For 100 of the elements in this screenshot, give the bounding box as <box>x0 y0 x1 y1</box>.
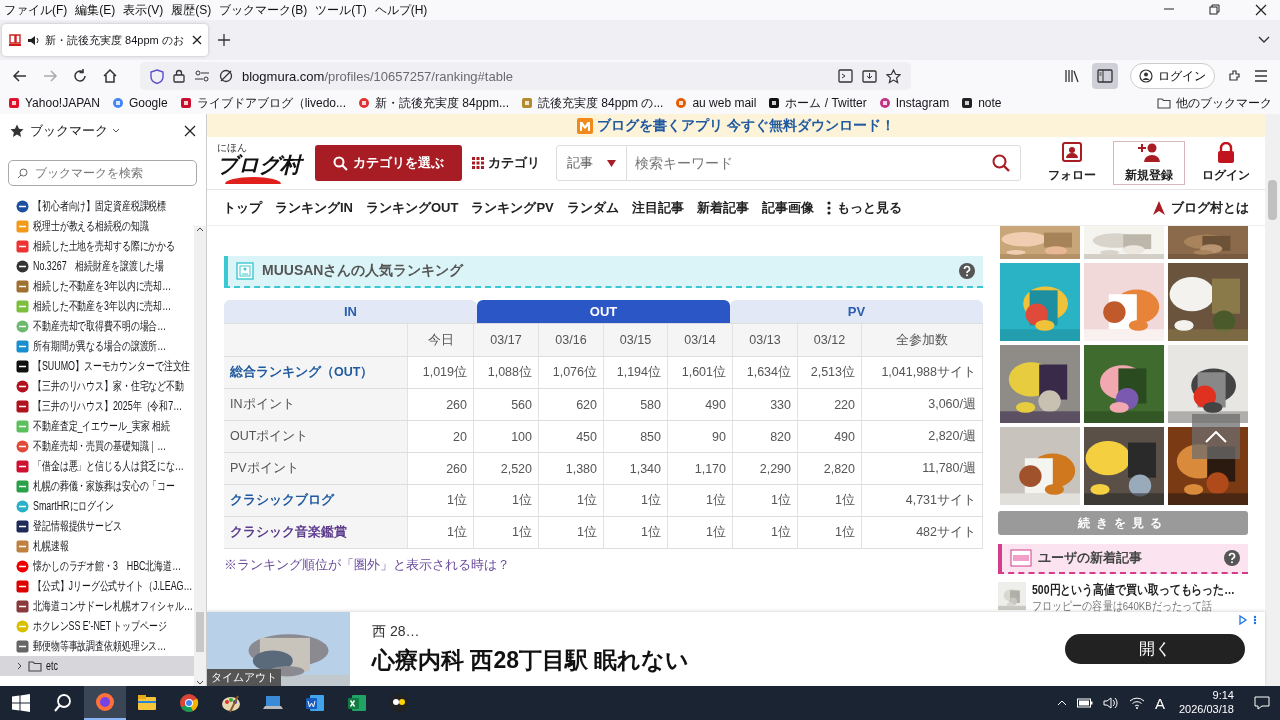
scroll-top-button[interactable] <box>1192 414 1240 459</box>
search-field[interactable]: ブックマークを検索 <box>8 160 197 186</box>
bookmark-link[interactable]: ライブドアブログ（livedo... <box>179 94 346 112</box>
category-link[interactable]: カテゴリ <box>472 154 540 172</box>
register-button[interactable]: 新規登録 <box>1113 141 1185 185</box>
chevron-down-icon[interactable] <box>1258 36 1270 44</box>
about-link[interactable]: ブログ村とは <box>1153 198 1249 217</box>
nav-link[interactable]: ランダム <box>566 198 619 217</box>
menu-item[interactable]: ツール(T) <box>311 1 371 19</box>
taskbar-button[interactable] <box>84 686 126 720</box>
nav-link[interactable]: もっと見る <box>826 198 902 217</box>
ranking-link[interactable]: クラシック音楽鑑賞 <box>224 517 408 549</box>
bookmark-folder[interactable]: etc <box>0 656 194 676</box>
bookmark-item[interactable]: 【公式】Jリーグ公式サイト（J.LEAG… <box>0 576 194 596</box>
menu-item[interactable]: ヘルプ(H) <box>370 1 432 19</box>
nav-link[interactable]: ランキングPV <box>471 198 554 217</box>
bookmark-link[interactable]: ホーム / Twitter <box>768 94 867 112</box>
menu-icon[interactable] <box>1254 70 1268 82</box>
close-icon[interactable] <box>184 125 196 137</box>
ranking-link[interactable]: クラシックブログ <box>224 485 408 517</box>
menu-item[interactable]: 編集(E) <box>71 1 120 19</box>
extensions-icon[interactable] <box>1227 68 1242 84</box>
bookmark-link[interactable]: Instagram <box>878 96 950 110</box>
bookmark-item[interactable]: 札幌速報 <box>0 536 194 556</box>
bookmark-item[interactable]: 不動産売却で取得費不明の場合… <box>0 316 194 336</box>
address-bar[interactable]: blogmura.com/profiles/10657257/ranking#table <box>140 62 911 90</box>
back-icon[interactable] <box>12 68 28 84</box>
ranking-tab[interactable]: OUT <box>477 300 730 323</box>
sidebar-button[interactable] <box>1092 63 1118 89</box>
help-icon[interactable] <box>1224 550 1240 566</box>
nav-link[interactable]: トップ <box>223 198 262 217</box>
scrollbar[interactable] <box>194 226 206 686</box>
bookmark-item[interactable]: 【初心者向け】固定資産税課税標 <box>0 196 194 216</box>
speaker-icon[interactable] <box>1102 697 1119 709</box>
bookmark-link[interactable]: note <box>961 96 1002 110</box>
bookmark-item[interactable]: 【三井のリハウス】家・住宅など不動 <box>0 376 194 396</box>
nav-link[interactable]: 記事画像 <box>761 198 814 217</box>
ranking-link[interactable]: 総合ランキング（OUT） <box>224 357 408 389</box>
bookmark-item[interactable]: 税理士が教える相続税の知識 <box>0 216 194 236</box>
bookmark-link[interactable]: 新・読後充実度 84ppm... <box>358 94 510 112</box>
search-bar[interactable]: 記事 検索キーワード <box>556 145 1021 181</box>
clock-time[interactable]: 9:14 <box>1212 689 1234 703</box>
battery-icon[interactable] <box>1076 698 1093 708</box>
star-icon[interactable] <box>886 68 901 84</box>
follow-button[interactable]: フォロー <box>1043 141 1101 185</box>
sidebar-title[interactable]: ブックマーク <box>30 122 120 140</box>
library-icon[interactable] <box>1064 69 1080 83</box>
bookmark-item[interactable]: 相続した土地を売却する際にかかる <box>0 236 194 256</box>
close-icon[interactable] <box>1254 3 1268 17</box>
download-icon[interactable] <box>862 69 877 83</box>
bookmark-item[interactable]: 不動産査定_イエウール_実家 相続 <box>0 416 194 436</box>
nav-link[interactable]: ランキングOUT <box>366 198 459 217</box>
bookmark-link[interactable]: Yahoo!JAPAN <box>8 96 100 110</box>
permissions-icon[interactable] <box>194 69 210 83</box>
bookmark-item[interactable]: ホクレンSS E'-NET トップページ <box>0 616 194 636</box>
ad-choices-icon[interactable] <box>1239 615 1259 625</box>
lock-icon[interactable] <box>173 69 185 83</box>
search-icon[interactable] <box>54 694 72 712</box>
open-button[interactable]: 開く <box>1065 634 1245 664</box>
menu-item[interactable]: 履歴(S) <box>167 1 216 19</box>
menu-item[interactable]: ファイル(F) <box>0 1 72 19</box>
menu-item[interactable]: ブックマーク(B) <box>215 1 312 19</box>
browser-tab[interactable]: 新・読後充実度 84ppm のお <box>2 24 208 56</box>
bookmark-item[interactable]: 相続した不動産を3年以内に売却… <box>0 276 194 296</box>
bookmark-item[interactable]: 相続した不動産を3年以内に売却… <box>0 296 194 316</box>
bookmark-item[interactable]: SmartHRにログイン <box>0 496 194 516</box>
home-icon[interactable] <box>102 68 118 84</box>
search-icon[interactable] <box>992 154 1010 172</box>
bookmark-link[interactable]: au web mail <box>675 96 757 110</box>
tracking-icon[interactable] <box>219 69 233 83</box>
bookmark-link[interactable]: Google <box>111 96 168 110</box>
bookmark-folder[interactable]: 他のブックマーク <box>1157 94 1272 112</box>
account-button[interactable]: ログイン <box>1130 63 1215 89</box>
site-logo[interactable]: にほん ブログ村 <box>217 140 305 186</box>
start-icon[interactable] <box>12 694 30 712</box>
ime-indicator[interactable]: A <box>1154 694 1165 712</box>
login-button[interactable]: ログイン <box>1197 141 1255 185</box>
category-button[interactable]: カテゴリを選ぶ <box>315 145 462 181</box>
clock-date[interactable]: 2026/03/18 <box>1178 703 1234 717</box>
help-link[interactable]: ※ランキング順位が「圏外」と表示される時は？ <box>224 557 983 574</box>
nav-link[interactable]: ランキングIN <box>275 198 353 217</box>
chevron-up-icon[interactable] <box>1056 700 1067 706</box>
bookmark-item[interactable]: 【三井のリハウス】2025年（令和7… <box>0 396 194 416</box>
close-icon[interactable] <box>192 35 202 45</box>
restore-icon[interactable] <box>1208 3 1222 17</box>
scrollbar[interactable] <box>1265 114 1280 686</box>
reload-icon[interactable] <box>72 68 88 84</box>
post-title[interactable]: 500円という高値で買い取ってもらった… <box>1032 582 1235 599</box>
ranking-tab[interactable]: PV <box>730 300 983 323</box>
menu-item[interactable]: 表示(V) <box>119 1 168 19</box>
bookmark-link[interactable]: 読後充実度 84ppm の... <box>521 94 664 112</box>
new-tab-icon[interactable] <box>218 34 230 46</box>
bookmark-item[interactable]: 「借金は悪」と信じる人は貧乏にな… <box>0 456 194 476</box>
reader-icon[interactable] <box>838 69 853 83</box>
help-icon[interactable] <box>959 263 975 279</box>
bookmark-item[interactable]: 不動産売却・売買の基礎知識｜… <box>0 436 194 456</box>
bookmark-item[interactable]: 郵便物等事故調査依頼処理シス… <box>0 636 194 656</box>
bookmark-item[interactable]: 札幌の葬儀・家族葬は安心の「コー <box>0 476 194 496</box>
bookmark-item[interactable]: No.3267 相続財産を譲渡した場 <box>0 256 194 276</box>
nav-link[interactable]: 注目記事 <box>631 198 684 217</box>
